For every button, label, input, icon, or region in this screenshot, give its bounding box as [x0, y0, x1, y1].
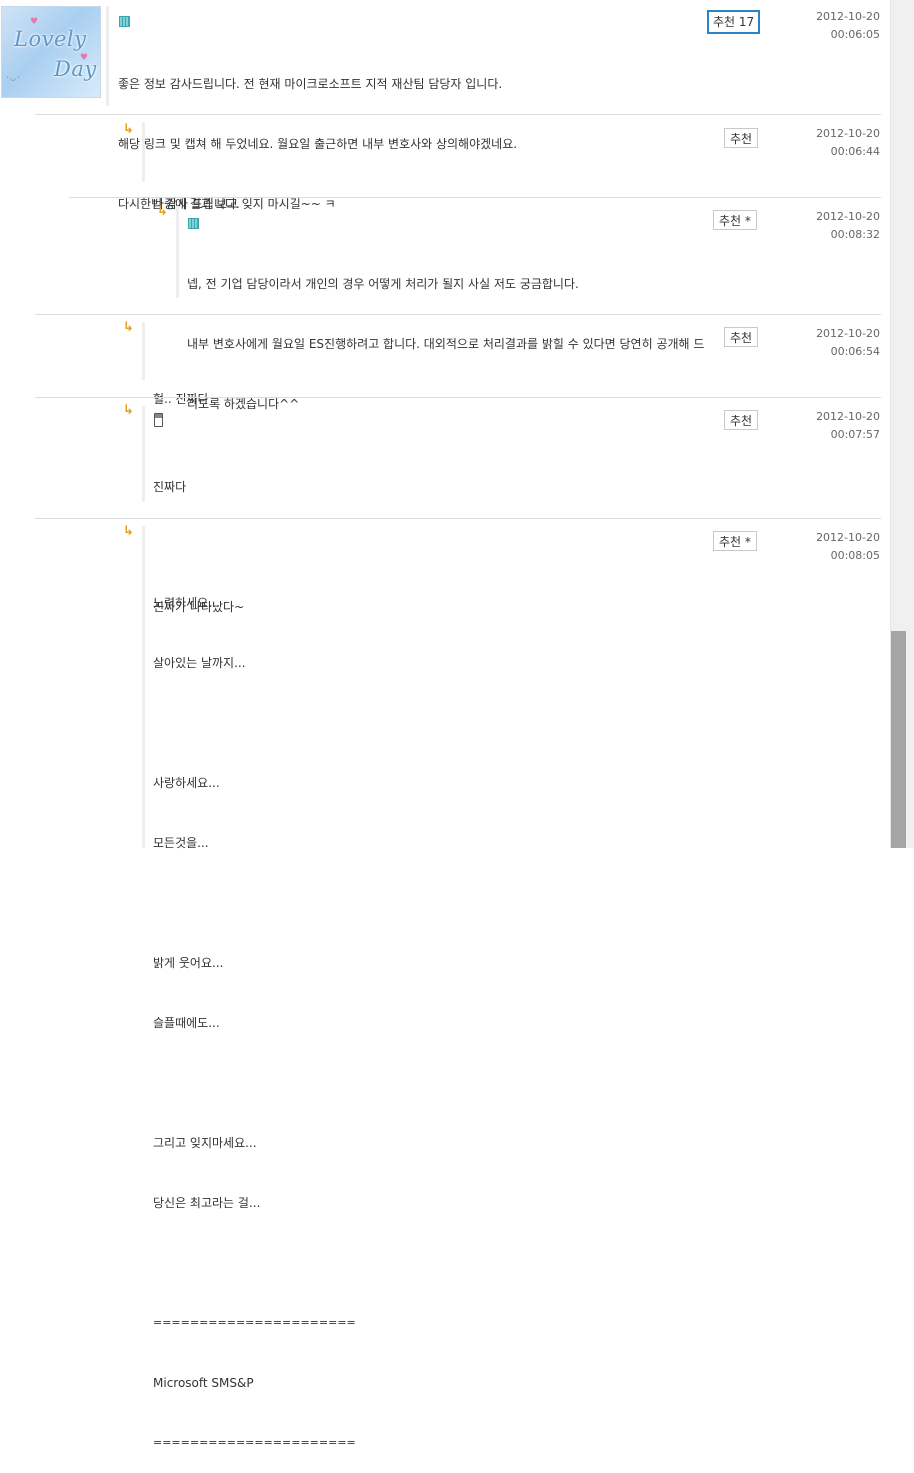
row-separator: [35, 518, 881, 519]
comment-line: [153, 893, 356, 913]
recommend-button[interactable]: 추천: [724, 128, 759, 148]
reply-arrow-icon: ↳: [123, 403, 134, 418]
comment-divider: [176, 206, 179, 298]
comment-timestamp: 2012-10-20 00:08:32: [790, 208, 880, 244]
comment-time: 00:06:05: [830, 28, 880, 41]
comment-timestamp: 2012-10-20 00:07:57: [790, 408, 880, 444]
comment-line: Microsoft SMS&P: [153, 1376, 254, 1390]
comment-line: ======================: [153, 1316, 356, 1329]
comment-date: 2012-10-20: [816, 531, 880, 544]
recommend-button[interactable]: 추천 *: [713, 531, 757, 551]
comment-timestamp: 2012-10-20 00:06:44: [790, 125, 880, 161]
comment-line: 노력하세요...: [153, 596, 220, 610]
grid-badge-icon: [188, 218, 199, 229]
comment-line: 넵, 전 기업 담당이라서 개인의 경우 어떻게 처리가 될지 사실 저도 궁금…: [187, 277, 579, 291]
row-separator: [69, 197, 881, 198]
scrollbar-thumb[interactable]: [891, 631, 906, 848]
phone-icon: [154, 413, 163, 427]
comment-text: 넵, 전 기업 담당이라서 개인의 경우 어떻게 처리가 될지 사실 저도 궁금…: [187, 234, 704, 434]
reply-arrow-icon: ↳: [123, 122, 134, 137]
reply-arrow-icon: ↳: [123, 320, 134, 335]
comment-line: [153, 1253, 356, 1273]
comment-line: 살아있는 날까지...: [153, 656, 246, 670]
comment-line: ======================: [153, 1436, 356, 1449]
comment-time: 00:06:54: [830, 345, 880, 358]
comment-line: 당신은 최고라는 걸...: [153, 1196, 261, 1210]
row-separator: [35, 397, 881, 398]
recommend-button[interactable]: 추천 *: [713, 210, 757, 230]
comment-date: 2012-10-20: [816, 327, 880, 340]
comment-line: 슬플때에도...: [153, 1016, 220, 1030]
comment-timestamp: 2012-10-20 00:06:05: [790, 8, 880, 44]
comment-divider: [142, 122, 145, 182]
comment-time: 00:08:32: [830, 228, 880, 241]
comment-line: 그리고 잊지마세요...: [153, 1136, 257, 1150]
comment-date: 2012-10-20: [816, 210, 880, 223]
smile-icon: ･ᴗ･: [5, 73, 22, 84]
comment-line: 내부 변호사에게 월요일 ES진행하려고 합니다. 대외적으로 처리결과를 밝힐…: [187, 337, 705, 351]
comment-line: 모든것을...: [153, 836, 209, 850]
user-avatar[interactable]: Lovely Day ♥ ♥ ･ᴗ･: [1, 6, 101, 98]
comment-line: [153, 713, 356, 733]
comment-time: 00:06:44: [830, 145, 880, 158]
recommend-button[interactable]: 추천: [724, 410, 759, 430]
comment-line: 사랑하세요...: [153, 776, 220, 790]
comment-divider: [142, 526, 145, 848]
reply-arrow-icon: ↳: [157, 204, 168, 219]
comment-timestamp: 2012-10-20 00:08:05: [790, 529, 880, 565]
comment-divider: [142, 322, 145, 380]
comment-text: 노력하세요... 살아있는 날까지... 사랑하세요... 모든것을... 밝게…: [153, 553, 356, 1473]
row-separator: [35, 314, 881, 315]
comment-text: 나중에 결과 보고 잊지 마시길~~ ㅋ: [153, 154, 336, 234]
comment-line: 헐.. 진짜다: [153, 392, 209, 406]
comment-line: 좋은 정보 감사드립니다. 전 현재 마이크로소프트 지적 재산팀 담당자 입니…: [118, 77, 503, 91]
heart-icon: ♥: [30, 17, 39, 27]
comment-line: 진짜다: [153, 480, 187, 494]
comment-line: [153, 1073, 356, 1093]
comment-divider: [106, 6, 109, 106]
heart-icon: ♥: [80, 53, 89, 63]
comment-time: 00:07:57: [830, 428, 880, 441]
comment-divider: [142, 406, 145, 502]
comment-date: 2012-10-20: [816, 127, 880, 140]
grid-badge-icon: [119, 16, 130, 27]
comment-line: 밝게 웃어요...: [153, 956, 224, 970]
avatar-text-lovely: Lovely: [14, 27, 87, 51]
avatar-text-day: Day: [54, 57, 97, 81]
row-separator: [35, 114, 881, 115]
comment-date: 2012-10-20: [816, 410, 880, 423]
comment-timestamp: 2012-10-20 00:06:54: [790, 325, 880, 361]
recommend-button[interactable]: 추천 17: [707, 10, 761, 34]
comment-line: 해당 링크 및 캡쳐 해 두었네요. 월요일 출근하면 내부 변호사와 상의해야…: [118, 137, 518, 151]
comment-date: 2012-10-20: [816, 10, 880, 23]
reply-arrow-icon: ↳: [123, 524, 134, 539]
comment-time: 00:08:05: [830, 549, 880, 562]
recommend-button[interactable]: 추천: [724, 327, 759, 347]
